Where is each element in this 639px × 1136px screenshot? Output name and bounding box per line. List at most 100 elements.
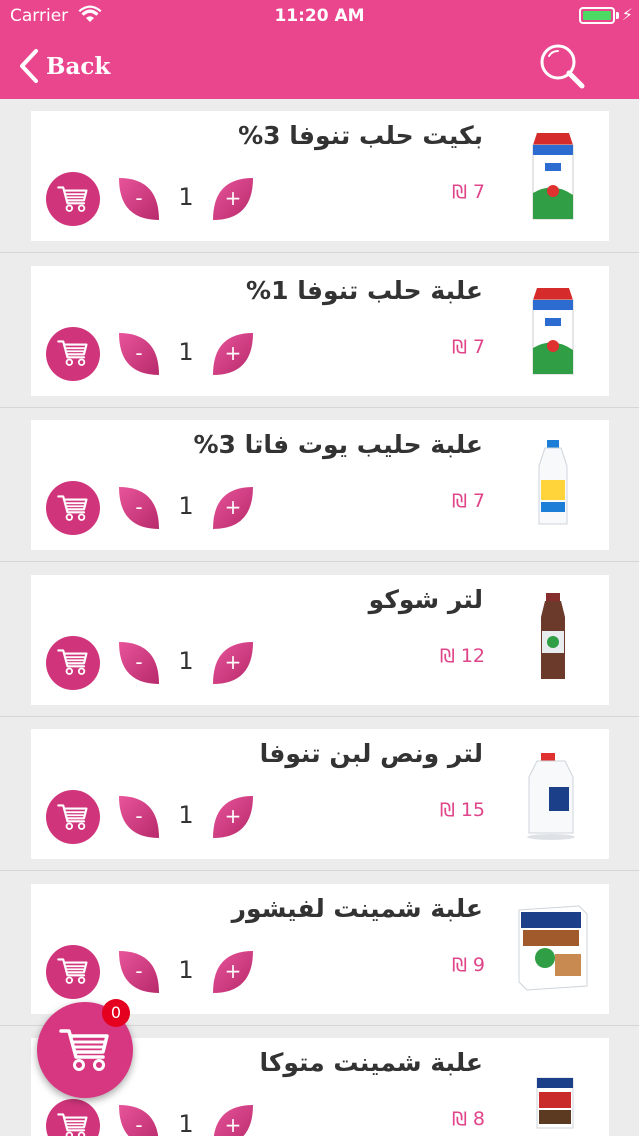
shopping-cart-icon (57, 340, 88, 367)
increase-quantity-button[interactable]: + (209, 638, 257, 688)
plus-icon: + (213, 641, 253, 684)
svg-text:-: - (135, 959, 142, 983)
product-name: بكيت حلب تنوفا 3% (238, 121, 483, 150)
product-row: لتر شوكو 12 ₪ - 1 + (0, 563, 639, 717)
product-card[interactable]: علبة شمينت لفيشور 9 ₪ - 1 + (31, 883, 609, 1014)
plus-icon: + (213, 1105, 253, 1136)
product-image (515, 123, 591, 223)
battery-level (583, 11, 611, 20)
product-name: لتر شوكو (368, 584, 483, 614)
product-price: 9 ₪ (451, 953, 485, 976)
decrease-quantity-button[interactable]: - (115, 1101, 163, 1136)
decrease-quantity-button[interactable]: - (115, 638, 163, 688)
app-root: Carrier 11:20 AM ⚡ Back بكيت حلب تنوفا 3… (0, 0, 639, 1136)
product-card[interactable]: لتر ونص لبن تنوفا 15 ₪ - 1 + (31, 729, 609, 859)
minus-icon: - (119, 1105, 159, 1136)
plus-icon: + (213, 950, 253, 993)
product-row: لتر ونص لبن تنوفا 15 ₪ - 1 + (0, 717, 639, 871)
product-card[interactable]: علبة حليب يوت فاتا 3% 7 ₪ - 1 + (31, 420, 609, 550)
svg-text:-: - (135, 495, 142, 519)
quantity-value: 1 (178, 801, 194, 829)
svg-text:+: + (225, 650, 242, 674)
svg-text:+: + (225, 959, 242, 983)
increase-quantity-button[interactable]: + (209, 1101, 257, 1136)
cart-count-badge: 0 (102, 999, 130, 1027)
product-card[interactable]: علبة حلب تنوفا 1% 7 ₪ - 1 + (31, 265, 609, 396)
header: Carrier 11:20 AM ⚡ Back (0, 0, 639, 99)
battery-icon (579, 7, 615, 24)
status-time: 11:20 AM (274, 6, 365, 26)
quantity-value: 1 (178, 492, 194, 520)
product-row: علبة حليب يوت فاتا 3% 7 ₪ - 1 + (0, 408, 639, 562)
shopping-cart-icon (57, 958, 88, 985)
shopping-cart-icon (57, 1113, 88, 1136)
product-name: علبة شمينت متوكا (259, 1048, 483, 1077)
add-to-cart-button[interactable] (46, 172, 100, 226)
battery-tip (616, 12, 619, 19)
decrease-quantity-button[interactable]: - (115, 947, 163, 997)
quantity-value: 1 (178, 955, 194, 984)
product-image (515, 1050, 591, 1136)
minus-icon: - (119, 641, 159, 684)
product-name: علبة حليب يوت فاتا 3% (193, 430, 483, 459)
charging-icon: ⚡ (621, 5, 633, 24)
chevron-left-icon (20, 49, 38, 83)
product-name: علبة حلب تنوفا 1% (246, 275, 483, 305)
quantity-value: 1 (178, 646, 194, 675)
product-image (515, 741, 591, 841)
product-price: 8 ₪ (451, 1108, 485, 1130)
svg-text:+: + (225, 1113, 242, 1136)
add-to-cart-button[interactable] (46, 944, 100, 999)
product-price: 7 ₪ (451, 490, 485, 512)
shopping-cart-icon (57, 804, 88, 830)
shopping-cart-icon (57, 649, 88, 676)
svg-text:+: + (225, 186, 242, 210)
decrease-quantity-button[interactable]: - (115, 174, 163, 224)
product-price: 15 ₪ (439, 799, 485, 821)
decrease-quantity-button[interactable]: - (115, 329, 163, 379)
product-image (515, 432, 591, 532)
minus-icon: - (119, 950, 159, 993)
shopping-cart-icon (59, 1029, 109, 1071)
product-row: بكيت حلب تنوفا 3% 7 ₪ - 1 + (0, 99, 639, 253)
plus-icon: + (213, 487, 253, 529)
svg-text:-: - (135, 186, 142, 210)
plus-icon: + (213, 796, 253, 838)
increase-quantity-button[interactable]: + (209, 483, 257, 533)
increase-quantity-button[interactable]: + (209, 792, 257, 842)
svg-text:-: - (135, 650, 142, 674)
quantity-value: 1 (178, 337, 194, 366)
nav-bar: Back (0, 34, 639, 99)
svg-text:-: - (135, 804, 142, 828)
minus-icon: - (119, 178, 159, 220)
back-button[interactable]: Back (18, 48, 110, 84)
product-price: 7 ₪ (451, 335, 485, 358)
add-to-cart-button[interactable] (46, 790, 100, 844)
product-row: علبة حلب تنوفا 1% 7 ₪ - 1 + (0, 254, 639, 408)
plus-icon: + (213, 178, 253, 220)
product-card[interactable]: لتر شوكو 12 ₪ - 1 + (31, 574, 609, 705)
search-icon[interactable] (537, 41, 587, 91)
quantity-value: 1 (178, 183, 194, 211)
increase-quantity-button[interactable]: + (209, 329, 257, 379)
product-image (515, 587, 591, 687)
status-bar: Carrier 11:20 AM ⚡ (0, 0, 639, 34)
svg-text:+: + (225, 341, 242, 365)
decrease-quantity-button[interactable]: - (115, 483, 163, 533)
increase-quantity-button[interactable]: + (209, 947, 257, 997)
minus-icon: - (119, 487, 159, 529)
add-to-cart-button[interactable] (46, 1099, 100, 1136)
product-name: علبة شمينت لفيشور (231, 893, 483, 923)
add-to-cart-button[interactable] (46, 326, 100, 381)
product-image (515, 278, 591, 378)
add-to-cart-button[interactable] (46, 635, 100, 690)
minus-icon: - (119, 796, 159, 838)
svg-text:-: - (135, 1113, 142, 1136)
product-price: 12 ₪ (439, 644, 485, 667)
product-image (515, 896, 591, 996)
increase-quantity-button[interactable]: + (209, 174, 257, 224)
shopping-cart-icon (57, 495, 88, 521)
decrease-quantity-button[interactable]: - (115, 792, 163, 842)
add-to-cart-button[interactable] (46, 481, 100, 535)
product-card[interactable]: بكيت حلب تنوفا 3% 7 ₪ - 1 + (31, 111, 609, 241)
